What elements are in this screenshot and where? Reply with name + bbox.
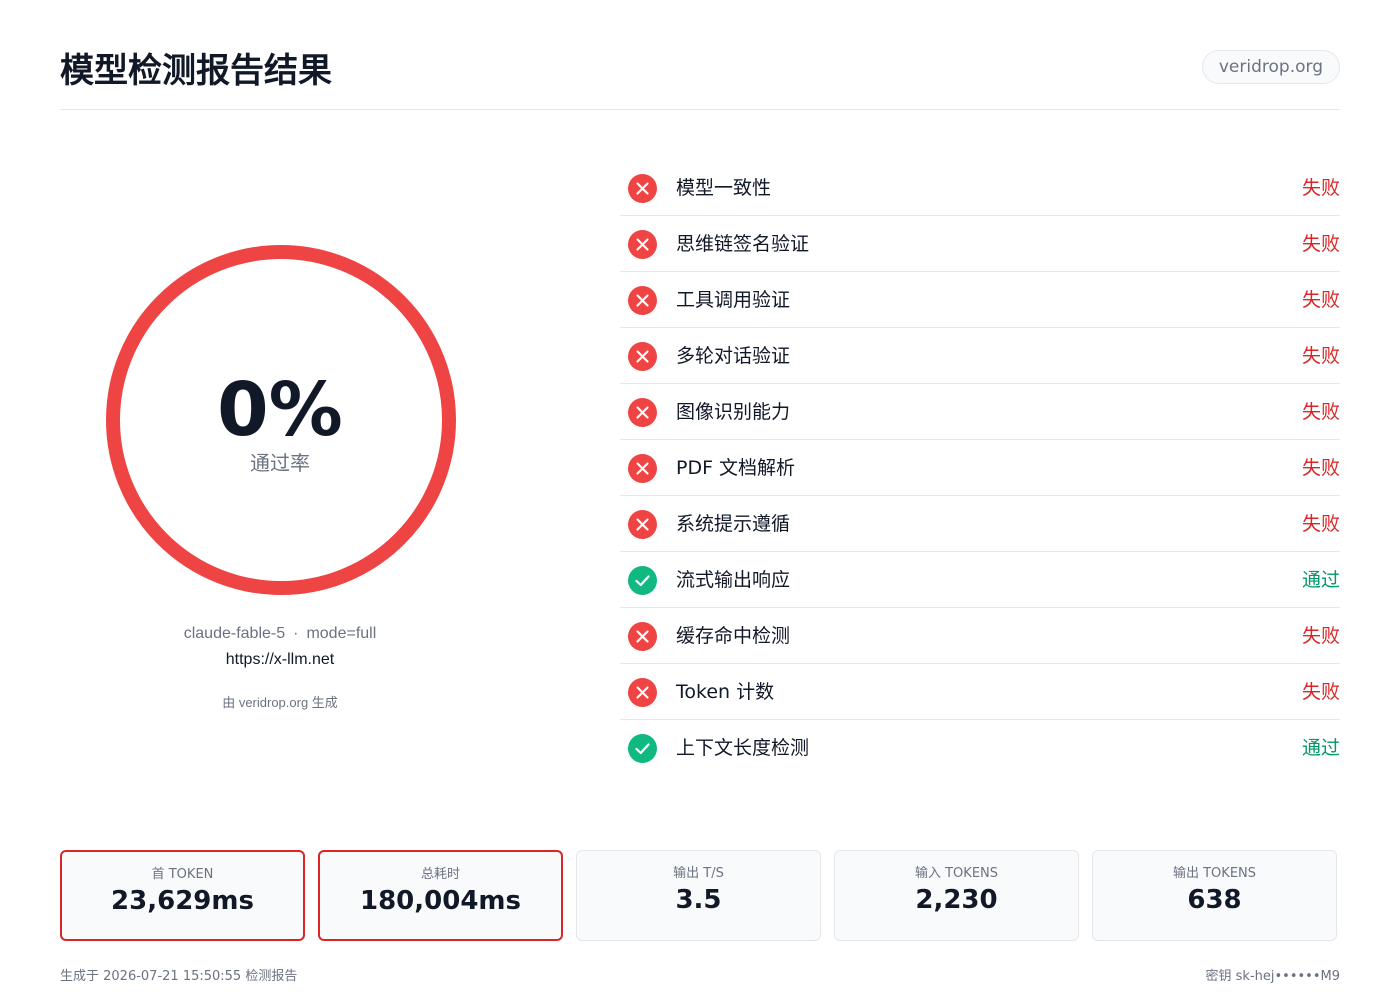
mode-value: mode=full (306, 625, 377, 642)
check-result: 失败 (1301, 625, 1340, 647)
check-row: 系统提示遵循 失败 (620, 496, 1340, 552)
check-name: 流式输出响应 (676, 569, 791, 591)
check-row: 模型一致性 失败 (620, 160, 1340, 216)
check-row: PDF 文档解析 失败 (620, 440, 1340, 496)
x-circle-icon (628, 622, 657, 651)
pass-rate-value: 0% (217, 367, 343, 453)
check-name: 系统提示遵循 (676, 513, 791, 535)
stat-value: 180,004ms (360, 886, 521, 916)
endpoint-url[interactable]: https://x-llm.net (60, 650, 500, 670)
page-title: 模型检测报告结果 (60, 51, 332, 91)
x-circle-icon (628, 230, 657, 259)
check-list: 模型一致性 失败 思维链签名验证 失败 工具调用验证 失败 多轮对话验证 失败 图像识别能力 失败… (620, 160, 1340, 776)
separator-dot: · (293, 625, 299, 642)
stat-card: 输入 TOKENS 2,230 (834, 850, 1079, 941)
stat-card: 首 TOKEN 23,629ms (60, 850, 305, 941)
check-result: 失败 (1301, 457, 1340, 479)
stat-label: 首 TOKEN (151, 867, 214, 882)
check-name: 思维链签名验证 (676, 233, 810, 255)
check-name: 模型一致性 (676, 177, 772, 199)
stat-card: 总耗时 180,004ms (318, 850, 563, 941)
check-result: 失败 (1301, 345, 1340, 367)
x-circle-icon (628, 286, 657, 315)
x-circle-icon (628, 342, 657, 371)
footer-timestamp: 生成于 2026-07-21 15:50:55 检测报告 (60, 969, 298, 984)
check-name: 图像识别能力 (676, 401, 791, 423)
check-circle-icon (628, 566, 657, 595)
report-header: 模型检测报告结果 veridrop.org (60, 40, 1340, 110)
check-row: 多轮对话验证 失败 (620, 328, 1340, 384)
check-result: 失败 (1301, 289, 1340, 311)
x-circle-icon (628, 174, 657, 203)
stat-label: 总耗时 (420, 867, 460, 882)
stat-value: 23,629ms (111, 886, 254, 916)
stat-value: 3.5 (675, 885, 722, 915)
generated-by: 由 veridrop.org 生成 (222, 695, 338, 710)
check-row: 工具调用验证 失败 (620, 272, 1340, 328)
stat-value: 638 (1187, 885, 1242, 915)
check-result: 失败 (1301, 177, 1340, 199)
pass-rate-label: 通过率 (250, 451, 310, 475)
check-result: 通过 (1301, 569, 1340, 591)
check-name: 上下文长度检测 (676, 737, 810, 759)
check-result: 失败 (1301, 401, 1340, 423)
stats-row: 首 TOKEN 23,629ms 总耗时 180,004ms 输出 T/S 3.5 输入 T… (60, 850, 1340, 942)
stat-label: 输入 TOKENS (914, 866, 999, 881)
check-result: 失败 (1301, 513, 1340, 535)
stat-label: 输出 TOKENS (1172, 866, 1257, 881)
check-result: 通过 (1301, 737, 1340, 759)
stat-card: 输出 TOKENS 638 (1092, 850, 1337, 941)
check-name: 多轮对话验证 (676, 345, 791, 367)
x-circle-icon (628, 510, 657, 539)
footer-key: 密钥 sk-hej••••••M9 (1205, 969, 1340, 984)
check-name: Token 计数 (676, 681, 775, 703)
stat-card: 输出 T/S 3.5 (576, 850, 821, 941)
score-panel: 0% 通过率 claude-fable-5 · mode=full https://… (60, 230, 500, 730)
model-info: claude-fable-5 · mode=full (60, 624, 500, 644)
check-row: 流式输出响应 通过 (620, 552, 1340, 608)
check-name: PDF 文档解析 (676, 457, 796, 479)
check-row: Token 计数 失败 (620, 664, 1340, 720)
check-circle-icon (628, 734, 657, 763)
check-row: 思维链签名验证 失败 (620, 216, 1340, 272)
x-circle-icon (628, 678, 657, 707)
check-result: 失败 (1301, 233, 1340, 255)
x-circle-icon (628, 398, 657, 427)
check-name: 工具调用验证 (676, 289, 791, 311)
model-name: claude-fable-5 (183, 625, 286, 642)
check-row: 上下文长度检测 通过 (620, 720, 1340, 776)
check-row: 缓存命中检测 失败 (620, 608, 1340, 664)
x-circle-icon (628, 454, 657, 483)
domain-badge[interactable]: veridrop.org (1201, 50, 1340, 84)
stat-value: 2,230 (915, 885, 998, 915)
check-row: 图像识别能力 失败 (620, 384, 1340, 440)
stat-label: 输出 T/S (673, 866, 724, 881)
check-name: 缓存命中检测 (676, 625, 791, 647)
check-result: 失败 (1301, 681, 1340, 703)
